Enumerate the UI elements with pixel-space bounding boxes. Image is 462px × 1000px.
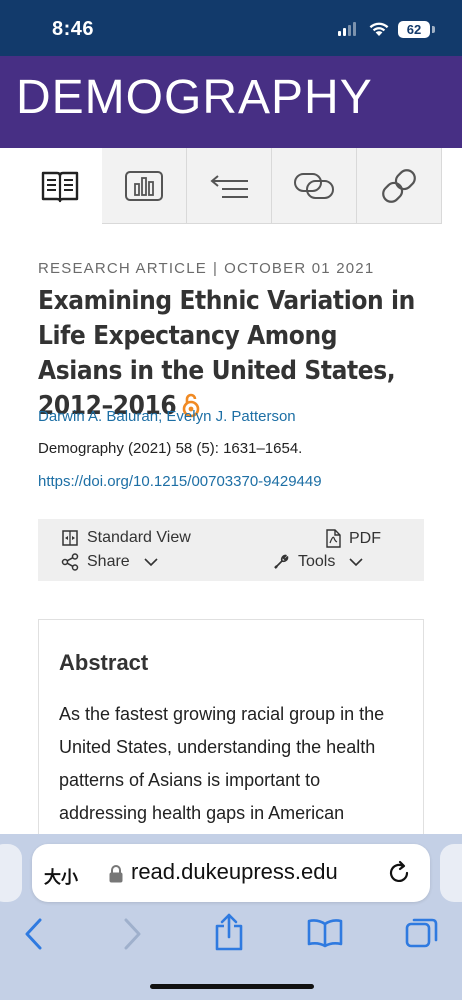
chain-link-icon — [382, 168, 416, 203]
bar-chart-icon — [125, 170, 163, 201]
reload-icon[interactable] — [386, 860, 412, 886]
author-link[interactable]: Evelyn J. Patterson — [166, 408, 295, 425]
address-bar[interactable]: 大小 read.dukeupress.edu — [32, 844, 430, 902]
article-title: Examining Ethnic Variation in Life Expec… — [38, 284, 428, 428]
doi-link[interactable]: https://doi.org/10.1215/00703370-9429449 — [38, 473, 322, 490]
abstract-heading: Abstract — [59, 650, 149, 675]
article-type: RESEARCH ARTICLE — [38, 260, 207, 277]
article-title-text: Examining Ethnic Variation in Life Expec… — [38, 286, 415, 421]
author-link[interactable]: Darwin A. Baluran — [38, 408, 158, 425]
standard-view-label: Standard View — [87, 529, 191, 546]
lock-icon — [109, 865, 123, 883]
author-separator: ; — [158, 408, 163, 425]
meta-separator: | — [212, 260, 219, 277]
tab-links[interactable] — [357, 148, 442, 224]
standard-view-button[interactable]: Standard View — [61, 529, 191, 547]
tools-button[interactable]: Tools — [272, 553, 363, 571]
cellular-signal-icon — [338, 22, 356, 36]
pdf-button[interactable]: PDF — [325, 529, 381, 548]
tools-label: Tools — [298, 553, 336, 570]
share-nodes-icon — [61, 553, 79, 571]
article-tabs — [18, 148, 442, 224]
abstract-text: As the fastest growing racial group in t… — [59, 704, 385, 823]
share-button[interactable]: Share — [61, 553, 158, 571]
next-tab-peek[interactable] — [440, 844, 462, 902]
url-text[interactable]: read.dukeupress.edu — [131, 859, 338, 885]
wrench-icon — [274, 554, 289, 569]
linked-rings-icon — [294, 172, 334, 199]
tabs-icon[interactable] — [404, 916, 440, 950]
forward-icon[interactable] — [120, 917, 144, 951]
status-bar: 8:46 62 — [0, 0, 462, 56]
book-icon — [41, 171, 79, 203]
status-time: 8:46 — [52, 18, 95, 40]
journal-banner[interactable]: DEMOGRAPHY — [0, 56, 462, 148]
abstract-section: Abstract As the fastest growing racial g… — [38, 619, 424, 859]
pdf-icon — [326, 529, 341, 548]
article-toolbar: Standard View PDF Share Tools — [38, 519, 424, 581]
share-label: Share — [87, 553, 130, 570]
tab-related[interactable] — [272, 148, 357, 224]
browser-toolbar — [0, 910, 462, 960]
wifi-icon — [369, 22, 389, 36]
citation: Demography (2021) 58 (5): 1631–1654. — [38, 440, 303, 457]
battery-icon: 62 — [398, 21, 430, 38]
text-size-button[interactable]: 大小 — [44, 863, 78, 888]
tab-article[interactable] — [18, 148, 102, 224]
tab-figures[interactable] — [102, 148, 187, 224]
tab-references[interactable] — [187, 148, 272, 224]
chevron-down-icon — [349, 557, 363, 566]
article-date: OCTOBER 01 2021 — [224, 260, 375, 277]
journal-name[interactable]: DEMOGRAPHY — [16, 70, 373, 125]
standard-view-icon — [62, 530, 78, 546]
back-icon[interactable] — [22, 917, 46, 951]
author-list: Darwin A. Baluran; Evelyn J. Patterson — [38, 408, 296, 425]
battery-tip — [432, 26, 435, 33]
previous-tab-peek[interactable] — [0, 844, 22, 902]
pdf-label: PDF — [349, 529, 381, 547]
share-icon[interactable] — [214, 912, 244, 952]
bookmarks-icon[interactable] — [306, 918, 344, 948]
home-indicator — [150, 984, 314, 989]
article-meta: RESEARCH ARTICLE | OCTOBER 01 2021 — [38, 260, 374, 277]
reference-list-icon — [210, 174, 248, 198]
chevron-down-icon — [144, 557, 158, 566]
